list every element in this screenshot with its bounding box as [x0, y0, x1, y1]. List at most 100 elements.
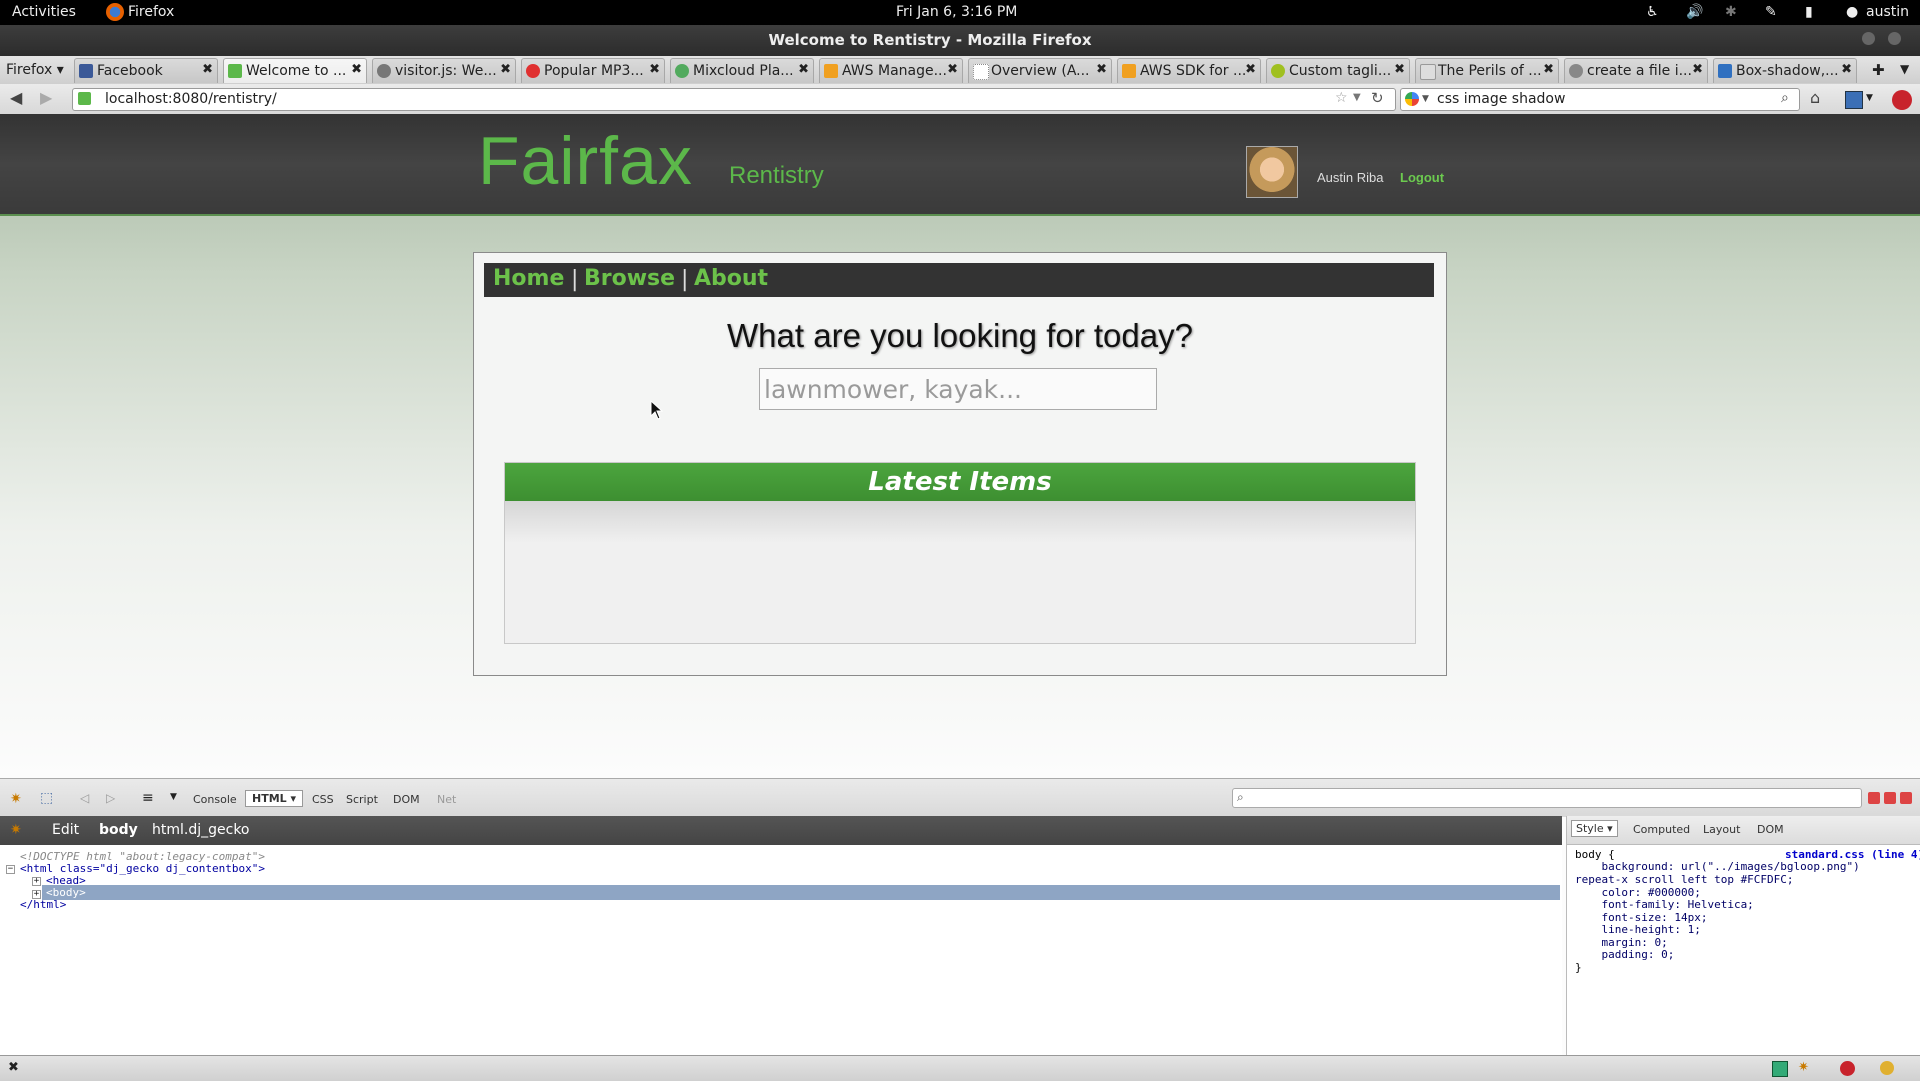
close-tab-icon[interactable]: ✖: [947, 62, 958, 77]
close-tab-icon[interactable]: ✖: [1543, 62, 1554, 77]
addon-toolbar-icon[interactable]: [1845, 91, 1863, 109]
close-tab-icon[interactable]: ✖: [351, 62, 362, 77]
addon-status-icon[interactable]: [1772, 1061, 1788, 1077]
close-tab-icon[interactable]: ✖: [649, 62, 660, 77]
tab-box-shadow[interactable]: Box-shadow,... ✖: [1713, 58, 1857, 83]
menu-home[interactable]: Home: [493, 266, 564, 291]
tab-net[interactable]: Net: [437, 793, 456, 806]
css-line[interactable]: line-height: 1;: [1575, 923, 1700, 936]
tab-perils[interactable]: The Perils of ... ✖: [1415, 58, 1559, 83]
accessibility-icon[interactable]: ♿: [1646, 4, 1659, 20]
item-search-input[interactable]: [759, 368, 1157, 410]
tab-computed[interactable]: Computed: [1633, 823, 1690, 836]
close-tab-icon[interactable]: ✖: [1692, 62, 1703, 77]
app-menu[interactable]: Firefox: [128, 4, 174, 20]
crumb-html[interactable]: html.dj_gecko: [152, 822, 250, 838]
inspect-icon[interactable]: ⬚: [40, 790, 53, 806]
edit-button[interactable]: Edit: [52, 822, 79, 838]
menu-browse[interactable]: Browse: [584, 266, 675, 291]
web-page: Fairfax Rentistry Austin Riba Logout Hom…: [0, 114, 1920, 778]
close-tab-icon[interactable]: ✖: [1245, 62, 1256, 77]
tab-visitor-js[interactable]: visitor.js: We... ✖: [372, 58, 516, 83]
expand-icon[interactable]: +: [32, 877, 41, 886]
tab-list-icon[interactable]: ▼: [1900, 62, 1909, 76]
greasemonkey-icon[interactable]: [1880, 1061, 1894, 1075]
close-window-button[interactable]: [1888, 32, 1901, 45]
tab-css[interactable]: CSS: [312, 793, 334, 806]
close-firebug-icon[interactable]: [1900, 792, 1912, 804]
tab-label: create a file i...: [1587, 63, 1692, 79]
tab-layout[interactable]: Layout: [1703, 823, 1740, 836]
bluetooth-icon[interactable]: ✱: [1725, 4, 1737, 20]
tab-script[interactable]: Script: [346, 793, 378, 806]
close-tab-icon[interactable]: ✖: [500, 62, 511, 77]
network-icon[interactable]: ✎: [1765, 4, 1777, 20]
search-query-text[interactable]: css image shadow: [1437, 91, 1565, 107]
site-identity-icon[interactable]: [78, 92, 91, 105]
reload-icon[interactable]: ↻: [1371, 89, 1384, 107]
new-tab-icon[interactable]: ✚: [1872, 61, 1885, 79]
minimize-firebug-icon[interactable]: [1868, 792, 1880, 804]
css-line[interactable]: repeat-x scroll left top #FCFDFC;: [1575, 873, 1794, 886]
tab-overview[interactable]: Overview (A... ✖: [968, 58, 1112, 83]
close-tab-icon[interactable]: ✖: [1841, 62, 1852, 77]
back-icon[interactable]: ◀: [10, 88, 22, 107]
firefox-menu-button[interactable]: Firefox ▾: [0, 58, 70, 82]
search-bar[interactable]: ▼ css image shadow ⌕: [1400, 88, 1800, 111]
clock[interactable]: Fri Jan 6, 3:16 PM: [896, 4, 1017, 20]
chat-icon[interactable]: ●: [1846, 4, 1858, 20]
forward-icon[interactable]: ▶: [40, 88, 52, 107]
close-addon-bar-icon[interactable]: ✖: [8, 1060, 19, 1075]
tab-side-dom[interactable]: DOM: [1757, 823, 1784, 836]
url-text[interactable]: localhost:8080/rentistry/: [105, 91, 277, 107]
firebug-status-icon[interactable]: ✷: [1798, 1060, 1809, 1075]
close-tab-icon[interactable]: ✖: [1096, 62, 1107, 77]
back-nav-icon[interactable]: ◁: [80, 791, 89, 805]
tab-welcome[interactable]: Welcome to ... ✖: [223, 58, 367, 83]
css-line[interactable]: font-family: Helvetica;: [1575, 898, 1753, 911]
engine-dropdown-icon[interactable]: ▼: [1422, 94, 1429, 104]
collapse-icon[interactable]: −: [6, 865, 15, 874]
tab-custom-tagli[interactable]: Custom tagli... ✖: [1266, 58, 1410, 83]
addon-dropdown-icon[interactable]: ▼: [1866, 93, 1873, 103]
panel-list-icon[interactable]: ≡: [142, 790, 154, 806]
volume-icon[interactable]: 🔊: [1686, 4, 1703, 20]
url-bar[interactable]: localhost:8080/rentistry/ ☆ ▼ ↻: [72, 88, 1396, 111]
activities-button[interactable]: Activities: [12, 4, 76, 20]
detach-firebug-icon[interactable]: [1884, 792, 1896, 804]
logout-link[interactable]: Logout: [1400, 170, 1444, 185]
user-menu[interactable]: austin: [1866, 4, 1909, 20]
google-engine-icon[interactable]: [1405, 92, 1419, 106]
battery-icon[interactable]: ▮: [1805, 4, 1813, 20]
avatar[interactable]: [1246, 146, 1298, 198]
menu-about[interactable]: About: [694, 266, 768, 291]
tab-dom[interactable]: DOM: [393, 793, 420, 806]
block-icon[interactable]: [1892, 90, 1912, 110]
history-dropdown-icon[interactable]: ▼: [1353, 92, 1361, 103]
tab-facebook[interactable]: Facebook ✖: [74, 58, 218, 83]
firebug-search-input[interactable]: ⌕: [1232, 788, 1862, 808]
panel-menu-icon[interactable]: ▼: [170, 792, 177, 802]
bookmark-star-icon[interactable]: ☆: [1335, 90, 1348, 106]
css-line[interactable]: padding: 0;: [1575, 948, 1674, 961]
tab-aws-manage[interactable]: AWS Manage... ✖: [819, 58, 963, 83]
tab-popular-mp3[interactable]: Popular MP3... ✖: [521, 58, 665, 83]
tab-console[interactable]: Console: [193, 793, 237, 806]
adblock-icon[interactable]: [1840, 1061, 1855, 1076]
tab-html[interactable]: HTML ▾: [245, 790, 304, 807]
tab-mixcloud[interactable]: Mixcloud Pla... ✖: [670, 58, 814, 83]
close-tab-icon[interactable]: ✖: [202, 62, 213, 77]
site-logo[interactable]: Fairfax: [478, 122, 693, 200]
forward-nav-icon[interactable]: ▷: [106, 791, 115, 805]
search-magnifier-icon[interactable]: ⌕: [1781, 90, 1789, 106]
tab-aws-sdk[interactable]: AWS SDK for ... ✖: [1117, 58, 1261, 83]
minimize-button[interactable]: [1862, 32, 1875, 45]
css-line[interactable]: background: url("../images/bgloop.png"): [1575, 860, 1859, 873]
tab-create-file[interactable]: create a file i... ✖: [1564, 58, 1708, 83]
firebug-bug-icon[interactable]: ✷: [10, 791, 22, 807]
close-tab-icon[interactable]: ✖: [798, 62, 809, 77]
close-tab-icon[interactable]: ✖: [1394, 62, 1405, 77]
tab-style[interactable]: Style ▾: [1571, 820, 1618, 837]
crumb-body[interactable]: body: [99, 822, 138, 838]
home-icon[interactable]: ⌂: [1810, 88, 1820, 107]
